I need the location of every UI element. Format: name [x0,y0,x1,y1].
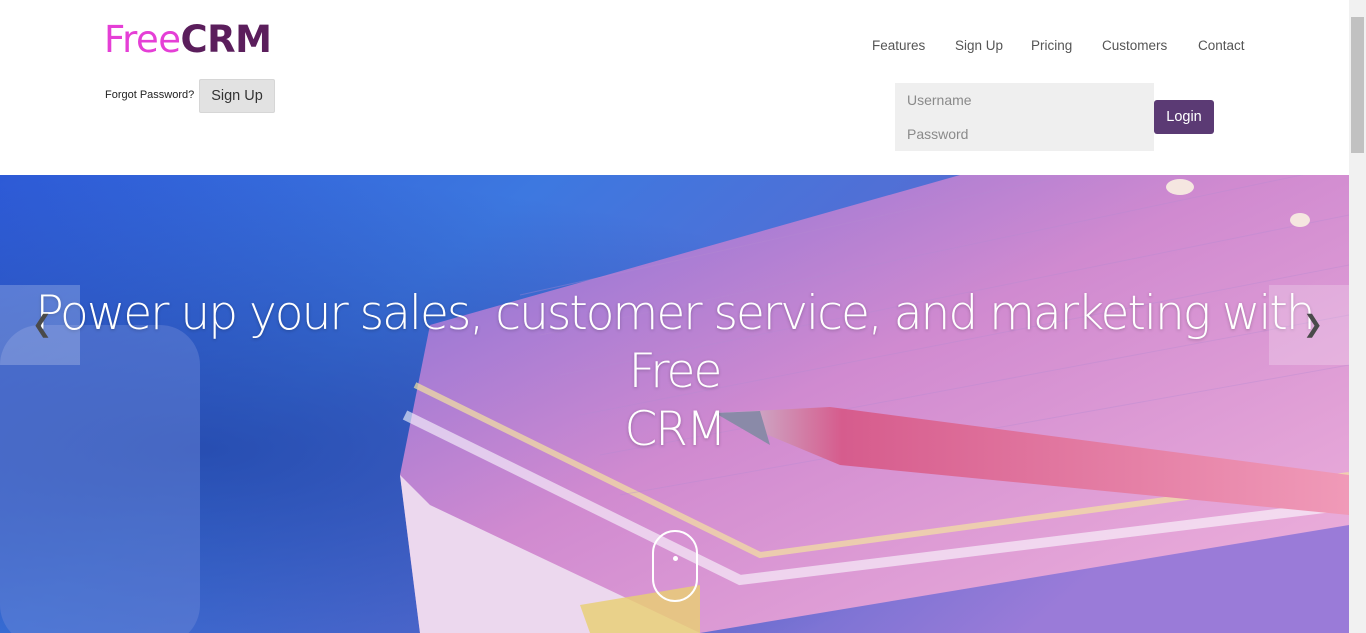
scroll-dot [673,556,678,561]
nav-features[interactable]: Features [872,38,925,53]
password-input[interactable] [895,117,1154,151]
hero-headline-line2: CRM [624,402,726,457]
nav-contact[interactable]: Contact [1198,38,1245,53]
login-form [895,83,1154,151]
top-nav: Features Sign Up Pricing Customers Conta… [0,38,1349,58]
hero-headline-line1: Power up your sales, customer service, a… [35,286,1315,399]
carousel-next-button[interactable]: ❯ [1269,285,1349,365]
page-scrollbar[interactable] [1349,0,1366,633]
login-button[interactable]: Login [1154,100,1214,134]
site-header: FreeCRM Features Sign Up Pricing Custome… [0,0,1349,175]
nav-sign-up[interactable]: Sign Up [955,38,1003,53]
mouse-scroll-icon[interactable] [652,530,698,602]
hero-carousel: Power up your sales, customer service, a… [0,175,1349,633]
username-input[interactable] [895,83,1154,117]
carousel-prev-button[interactable]: ❮ [0,285,80,365]
nav-pricing[interactable]: Pricing [1031,38,1072,53]
chevron-right-icon: ❯ [1303,311,1324,338]
chevron-left-icon: ❮ [32,311,53,338]
sign-up-button[interactable]: Sign Up [199,79,275,113]
nav-customers[interactable]: Customers [1102,38,1167,53]
forgot-password-link[interactable]: Forgot Password? [105,89,194,101]
hero-headline: Power up your sales, customer service, a… [0,285,1349,459]
scrollbar-thumb[interactable] [1351,17,1364,153]
